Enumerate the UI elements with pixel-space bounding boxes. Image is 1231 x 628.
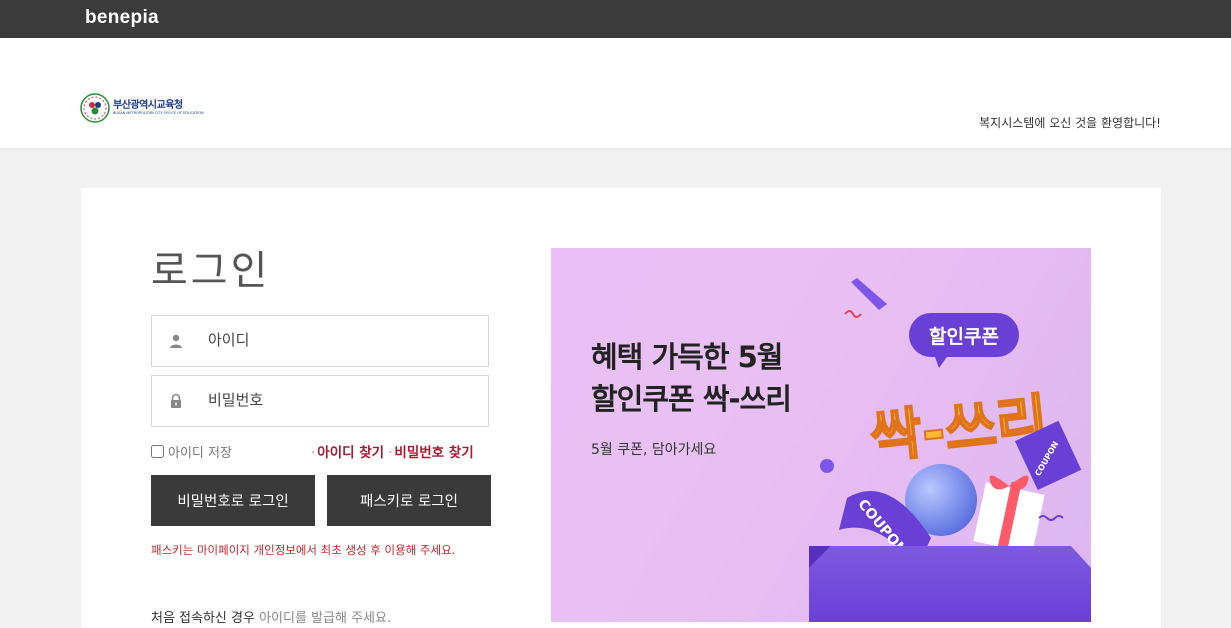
id-input[interactable] <box>208 316 478 364</box>
login-panel: 로그인 아이디 저장 ·아이디 찾기·비밀번호 찾기 비밀번호로 로그인 패스키… <box>81 188 1161 628</box>
lock-icon <box>171 393 181 408</box>
password-login-button[interactable]: 비밀번호로 로그인 <box>151 475 315 526</box>
user-icon <box>170 334 182 348</box>
org-name: 부산광역시교육청 <box>113 100 183 111</box>
site-header: 부산광역시교육청 BUSAN METROPOLITAN CITY OFFICE … <box>0 38 1231 148</box>
org-subtitle: BUSAN METROPOLITAN CITY OFFICE OF EDUCAT… <box>113 111 204 115</box>
discount-coupon-bubble: 할인쿠폰 <box>909 313 1019 368</box>
benepia-logo[interactable]: benepia <box>85 7 159 29</box>
first-visit-suffix: 아이디를 발급해 주세요. <box>259 611 392 626</box>
promo-banner[interactable]: 혜택 가득한 5월 할인쿠폰 싹-쓰리 5월 쿠폰, 담아가세요 할인쿠폰 싹-… <box>551 248 1091 622</box>
banner-title: 혜택 가득한 5월 할인쿠폰 싹-쓰리 <box>591 336 792 420</box>
emblem-icon <box>80 93 110 123</box>
password-input[interactable] <box>208 376 478 424</box>
top-bar: benepia <box>0 0 1231 38</box>
id-field[interactable] <box>151 315 489 367</box>
passkey-login-button[interactable]: 패스키로 로그인 <box>327 475 491 526</box>
banner-subtitle: 5월 쿠폰, 담아가세요 <box>591 442 717 458</box>
coupon-illustration: 할인쿠폰 싹-쓰리 COUPON COUPON <box>809 278 1091 622</box>
remember-id-checkbox[interactable] <box>151 445 164 458</box>
find-id-link[interactable]: 아이디 찾기 <box>317 445 384 461</box>
welcome-message: 복지시스템에 오신 것을 환영합니다! <box>979 116 1161 130</box>
bubble-text: 할인쿠폰 <box>929 325 999 348</box>
first-visit-guide: 처음 접속하신 경우 아이디를 발급해 주세요. <box>151 607 391 626</box>
remember-id[interactable]: 아이디 저장 <box>151 442 232 461</box>
banner-title-line2: 할인쿠폰 싹-쓰리 <box>591 382 792 416</box>
remember-id-label: 아이디 저장 <box>168 446 232 461</box>
separator-dot: · <box>388 445 393 461</box>
page-title: 로그인 <box>151 248 271 294</box>
find-password-link[interactable]: 비밀번호 찾기 <box>394 445 473 461</box>
find-links: · 아이디 찾기 · 비밀번호 찾기 <box>311 441 474 461</box>
banner-title-line1: 혜택 가득한 5월 <box>591 340 783 374</box>
org-logo[interactable]: 부산광역시교육청 BUSAN METROPOLITAN CITY OFFICE … <box>80 93 204 123</box>
first-visit-prefix: 처음 접속하신 경우 <box>151 611 255 626</box>
password-field[interactable] <box>151 375 489 427</box>
passkey-notice: 패스키는 마이페이지 개인정보에서 최초 생성 후 이용해 주세요. <box>151 543 456 557</box>
separator-dot: · <box>311 445 316 461</box>
